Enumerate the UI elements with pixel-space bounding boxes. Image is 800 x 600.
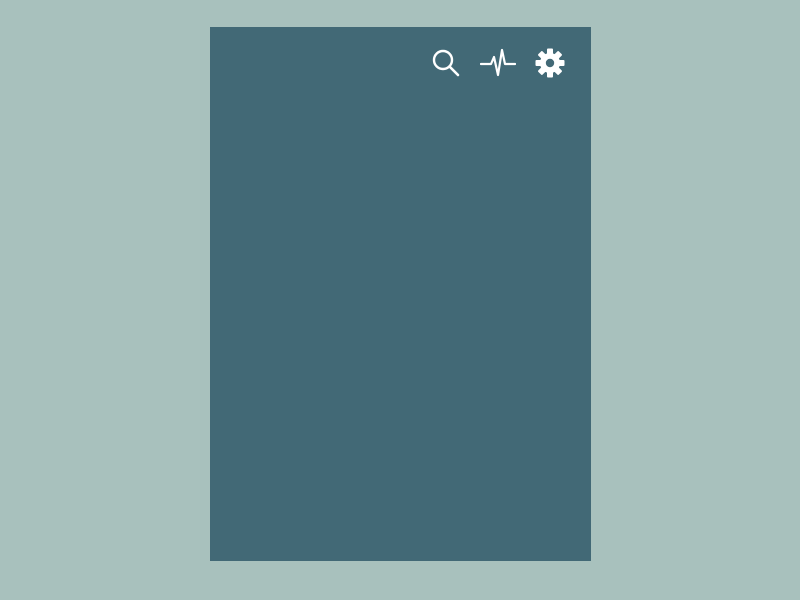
search-icon xyxy=(432,49,460,77)
search-button[interactable] xyxy=(428,46,464,80)
app-panel xyxy=(210,27,591,561)
settings-button[interactable] xyxy=(532,46,568,80)
gear-icon xyxy=(535,48,565,78)
activity-icon xyxy=(480,48,516,77)
page-background: { "colors": { "background": "#a8c1bd", "… xyxy=(0,0,800,600)
activity-button[interactable] xyxy=(480,46,516,80)
top-toolbar xyxy=(428,46,568,80)
